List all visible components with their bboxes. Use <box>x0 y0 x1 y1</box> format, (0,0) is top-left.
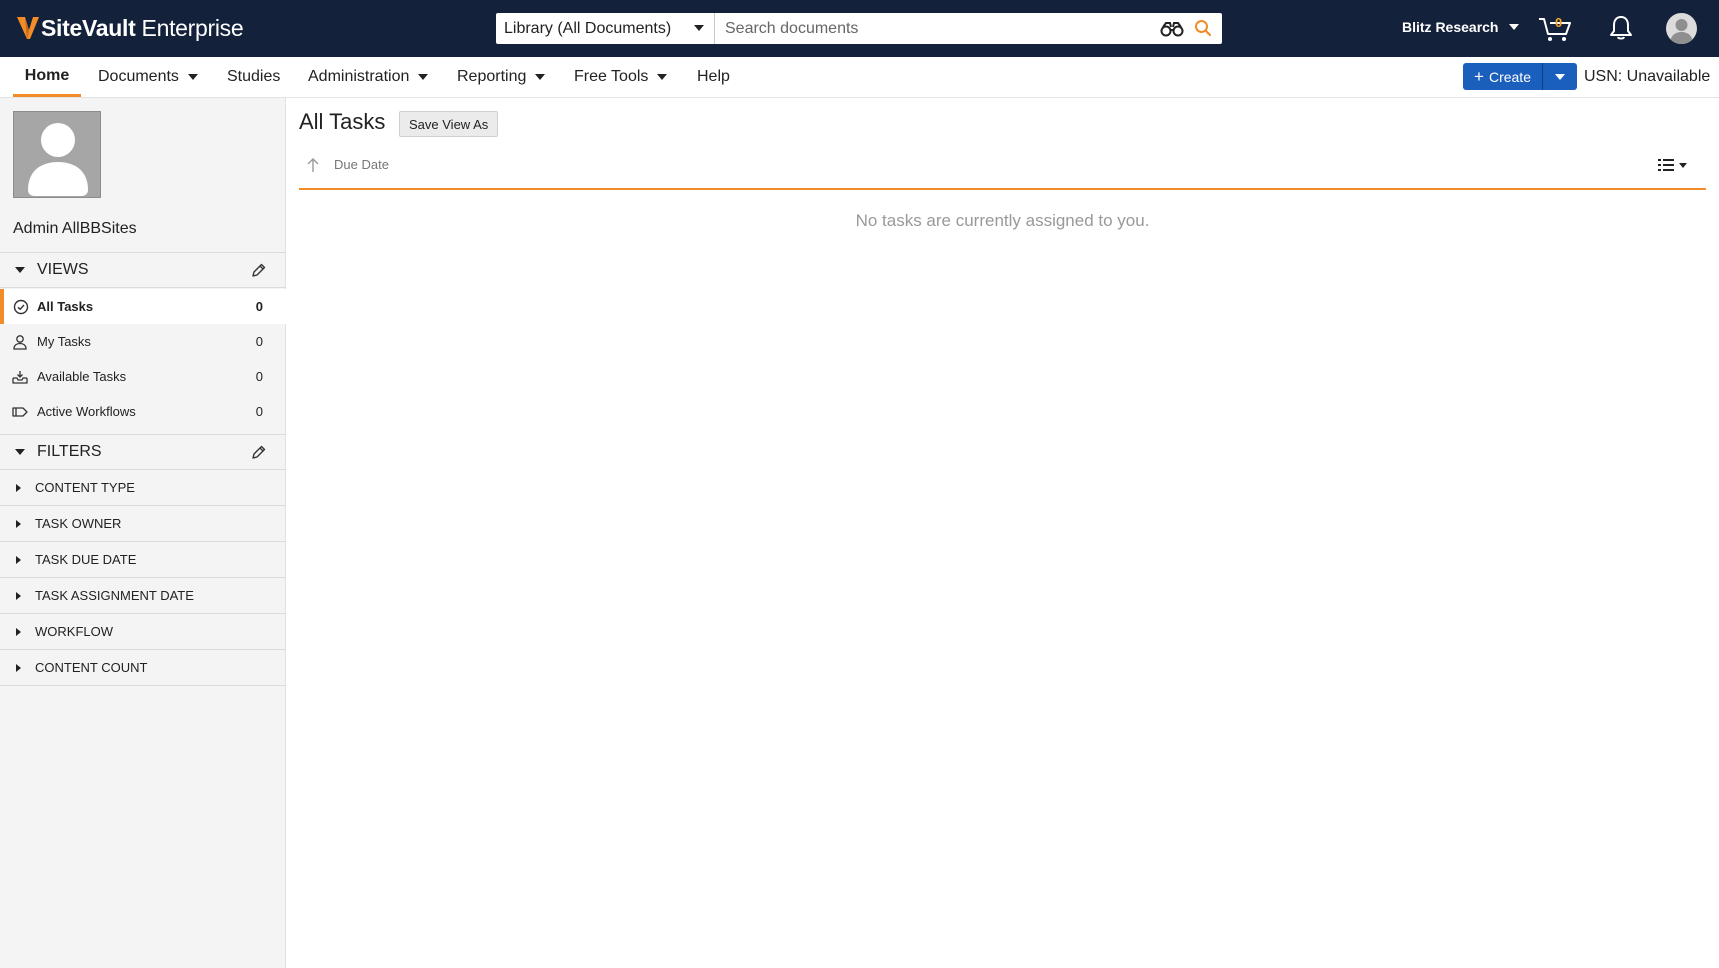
profile-picture[interactable] <box>13 111 101 198</box>
filter-label: TASK ASSIGNMENT DATE <box>35 588 194 603</box>
filter-task-owner[interactable]: TASK OWNER <box>0 506 286 542</box>
expand-triangle-icon <box>16 663 21 672</box>
vault-selector[interactable]: Blitz Research <box>1402 19 1520 35</box>
search-bar: Library (All Documents) <box>496 13 1222 44</box>
collapse-triangle-icon <box>15 267 25 273</box>
nav-free-tools-label: Free Tools <box>574 68 649 85</box>
list-view-icon[interactable] <box>1657 157 1689 173</box>
views-title: VIEWS <box>37 261 89 278</box>
app-logo[interactable]: SiteVault Enterprise <box>16 13 244 43</box>
person-icon <box>13 335 27 350</box>
sort-bar: Due Date <box>299 140 1706 190</box>
chevron-down-icon <box>1509 24 1520 30</box>
cart-count-badge: 0 <box>1555 15 1563 30</box>
view-all-tasks[interactable]: All Tasks 0 <box>0 289 286 324</box>
nav-free-tools[interactable]: Free Tools <box>574 57 668 97</box>
check-circle-icon <box>13 299 29 315</box>
views-section-header[interactable]: VIEWS <box>0 252 286 288</box>
edit-filters-pencil-icon[interactable] <box>251 445 266 460</box>
top-header: SiteVault Enterprise Library (All Docume… <box>0 0 1719 57</box>
empty-state-message: No tasks are currently assigned to you. <box>855 211 1150 230</box>
user-name: Admin AllBBSites <box>13 220 137 237</box>
usn-status: USN: Unavailable <box>1584 68 1711 85</box>
sort-ascending-icon[interactable] <box>306 157 320 173</box>
nav-documents[interactable]: Documents <box>98 57 198 97</box>
filter-label: CONTENT COUNT <box>35 660 148 675</box>
view-available-tasks[interactable]: Available Tasks 0 <box>0 359 286 394</box>
nav-administration-label: Administration <box>308 68 410 85</box>
bell-icon[interactable] <box>1609 15 1633 41</box>
edit-views-pencil-icon[interactable] <box>251 263 266 278</box>
create-button[interactable]: + Create <box>1463 63 1543 90</box>
view-count: 0 <box>255 369 263 384</box>
expand-triangle-icon <box>16 519 21 528</box>
view-my-tasks[interactable]: My Tasks 0 <box>0 324 286 359</box>
expand-triangle-icon <box>16 591 21 600</box>
sidebar: Admin AllBBSites VIEWS All Tasks 0 My Ta… <box>0 98 286 968</box>
filter-task-assignment-date[interactable]: TASK ASSIGNMENT DATE <box>0 578 286 614</box>
nav-documents-label: Documents <box>98 68 179 85</box>
plus-icon: + <box>1474 67 1484 86</box>
nav-help-label: Help <box>697 68 730 85</box>
view-active-workflows[interactable]: Active Workflows 0 <box>0 394 286 429</box>
search-icon[interactable] <box>1194 19 1212 37</box>
create-label: Create <box>1488 68 1531 85</box>
main-nav: Home Documents Studies Administration Re… <box>0 57 1719 98</box>
sort-field-label[interactable]: Due Date <box>334 157 389 172</box>
view-label: Available Tasks <box>37 369 127 384</box>
chevron-down-icon <box>187 74 198 80</box>
chevron-down-icon <box>418 74 429 80</box>
binoculars-icon[interactable] <box>1160 21 1184 37</box>
search-scope-select[interactable]: Library (All Documents) <box>496 13 715 44</box>
filters-section-header[interactable]: FILTERS <box>0 434 286 470</box>
nav-administration[interactable]: Administration <box>308 57 429 97</box>
search-input[interactable] <box>715 13 1222 44</box>
nav-reporting[interactable]: Reporting <box>457 57 546 97</box>
filter-task-due-date[interactable]: TASK DUE DATE <box>0 542 286 578</box>
filter-workflow[interactable]: WORKFLOW <box>0 614 286 650</box>
view-label: All Tasks <box>37 299 94 314</box>
expand-triangle-icon <box>16 483 21 492</box>
save-view-as-button[interactable]: Save View As <box>399 111 499 137</box>
chevron-down-icon <box>694 25 704 31</box>
nav-home-label: Home <box>24 66 70 84</box>
view-count: 0 <box>255 404 263 419</box>
nav-reporting-label: Reporting <box>457 68 527 85</box>
user-avatar[interactable] <box>1666 13 1697 44</box>
chevron-down-icon <box>535 74 546 80</box>
create-button-group: + Create <box>1463 63 1577 90</box>
chevron-down-icon <box>657 74 668 80</box>
nav-studies-label: Studies <box>227 68 281 85</box>
nav-help[interactable]: Help <box>697 57 730 97</box>
workflow-icon <box>12 407 28 417</box>
filter-label: TASK DUE DATE <box>35 552 137 567</box>
create-dropdown-button[interactable] <box>1543 63 1577 90</box>
filter-label: WORKFLOW <box>35 624 113 639</box>
inbox-icon <box>12 371 28 384</box>
filter-content-type[interactable]: CONTENT TYPE <box>0 470 286 506</box>
filter-content-count[interactable]: CONTENT COUNT <box>0 650 286 686</box>
expand-triangle-icon <box>16 627 21 636</box>
chevron-down-icon <box>1555 73 1565 80</box>
view-count: 0 <box>255 334 263 349</box>
nav-home[interactable]: Home <box>13 57 81 97</box>
user-silhouette-icon <box>1670 19 1693 44</box>
filter-label: TASK OWNER <box>35 516 122 531</box>
expand-triangle-icon <box>16 555 21 564</box>
view-count: 0 <box>255 299 263 314</box>
collapse-triangle-icon <box>15 449 25 455</box>
vault-name: Blitz Research <box>1402 19 1499 35</box>
search-scope-label: Library (All Documents) <box>504 19 672 37</box>
view-label: Active Workflows <box>37 404 136 419</box>
user-silhouette-icon <box>28 123 88 196</box>
page-title: All Tasks <box>299 109 386 134</box>
nav-studies[interactable]: Studies <box>227 57 280 97</box>
view-label: My Tasks <box>37 334 91 349</box>
filter-label: CONTENT TYPE <box>35 480 135 495</box>
filters-title: FILTERS <box>37 443 102 460</box>
logo-v-icon <box>17 17 39 39</box>
logo-text: SiteVault Enterprise <box>41 14 244 41</box>
